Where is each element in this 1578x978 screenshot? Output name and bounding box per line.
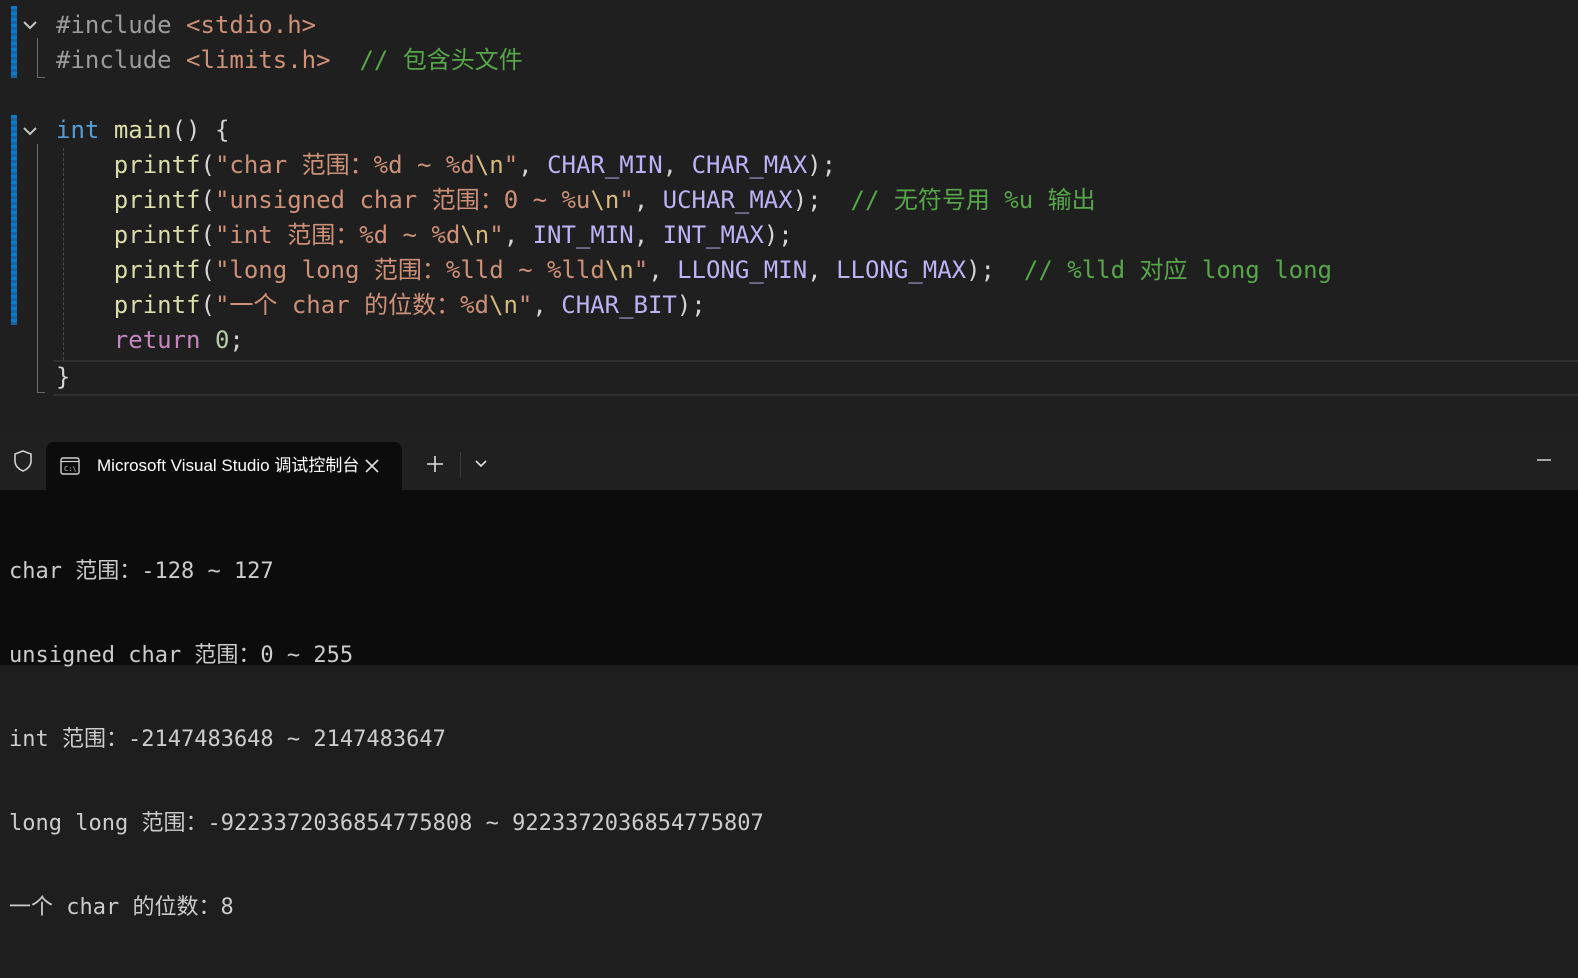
shield-icon[interactable] <box>12 449 34 473</box>
minimize-icon[interactable] <box>1534 452 1554 468</box>
output-line: int 范围：-2147483648 ~ 2147483647 <box>9 727 446 752</box>
code-text: #include <stdio.h> <box>56 11 317 39</box>
code-text: printf("char 范围：%d ~ %d\n", CHAR_MIN, CH… <box>113 151 837 179</box>
chevron-down-icon[interactable] <box>472 455 490 473</box>
code-text: #include <limits.h> // 包含头文件 <box>56 46 523 74</box>
code-text: printf("int 范围：%d ~ %d\n", INT_MIN, INT_… <box>113 221 793 249</box>
code-line-1[interactable]: #include <stdio.h> <box>0 8 1578 43</box>
code-text: printf("一个 char 的位数：%d\n", CHAR_BIT); <box>113 291 706 319</box>
code-text: printf("long long 范围：%lld ~ %lld\n", LLO… <box>113 256 1333 284</box>
code-line-9[interactable]: printf("一个 char 的位数：%d\n", CHAR_BIT); <box>0 288 1578 323</box>
code-line-10[interactable]: return 0; <box>0 323 1578 358</box>
code-line-4[interactable]: int main() { <box>0 113 1578 148</box>
code-line-6[interactable]: printf("unsigned char 范围：0 ~ %u\n", UCHA… <box>0 183 1578 218</box>
code-editor[interactable]: #include <stdio.h> #include <limits.h> /… <box>0 0 1578 430</box>
close-icon[interactable] <box>360 454 384 478</box>
svg-text:C:\: C:\ <box>64 465 77 473</box>
code-text: } <box>56 363 71 391</box>
code-line-7[interactable]: printf("int 范围：%d ~ %d\n", INT_MIN, INT_… <box>0 218 1578 253</box>
tab-title: Microsoft Visual Studio 调试控制台 <box>97 456 360 475</box>
console-tab[interactable]: C:\ Microsoft Visual Studio 调试控制台 <box>46 442 402 490</box>
code-text: int main() { <box>56 116 230 144</box>
output-line: unsigned char 范围：0 ~ 255 <box>9 643 354 668</box>
output-line: long long 范围：-9223372036854775808 ~ 9223… <box>9 811 764 836</box>
code-line-2[interactable]: #include <limits.h> // 包含头文件 <box>0 43 1578 78</box>
console-output: char 范围：-128 ~ 127 unsigned char 范围：0 ~ … <box>9 502 764 978</box>
code-text: printf("unsigned char 范围：0 ~ %u\n", UCHA… <box>113 186 1096 214</box>
code-line-5[interactable]: printf("char 范围：%d ~ %d\n", CHAR_MIN, CH… <box>0 148 1578 183</box>
code-line-11[interactable]: } <box>0 360 1578 395</box>
plus-icon[interactable] <box>423 452 447 476</box>
debug-console-window[interactable]: C:\ Microsoft Visual Studio 调试控制台 char 范… <box>0 430 1578 920</box>
code-text: return 0; <box>113 326 244 354</box>
output-line: 一个 char 的位数：8 <box>9 895 234 920</box>
tab-separator <box>460 452 461 478</box>
output-line: char 范围：-128 ~ 127 <box>9 559 274 584</box>
console-icon: C:\ <box>60 457 80 475</box>
terminal-tab-bar: C:\ Microsoft Visual Studio 调试控制台 <box>0 430 1578 490</box>
code-line-8[interactable]: printf("long long 范围：%lld ~ %lld\n", LLO… <box>0 253 1578 288</box>
